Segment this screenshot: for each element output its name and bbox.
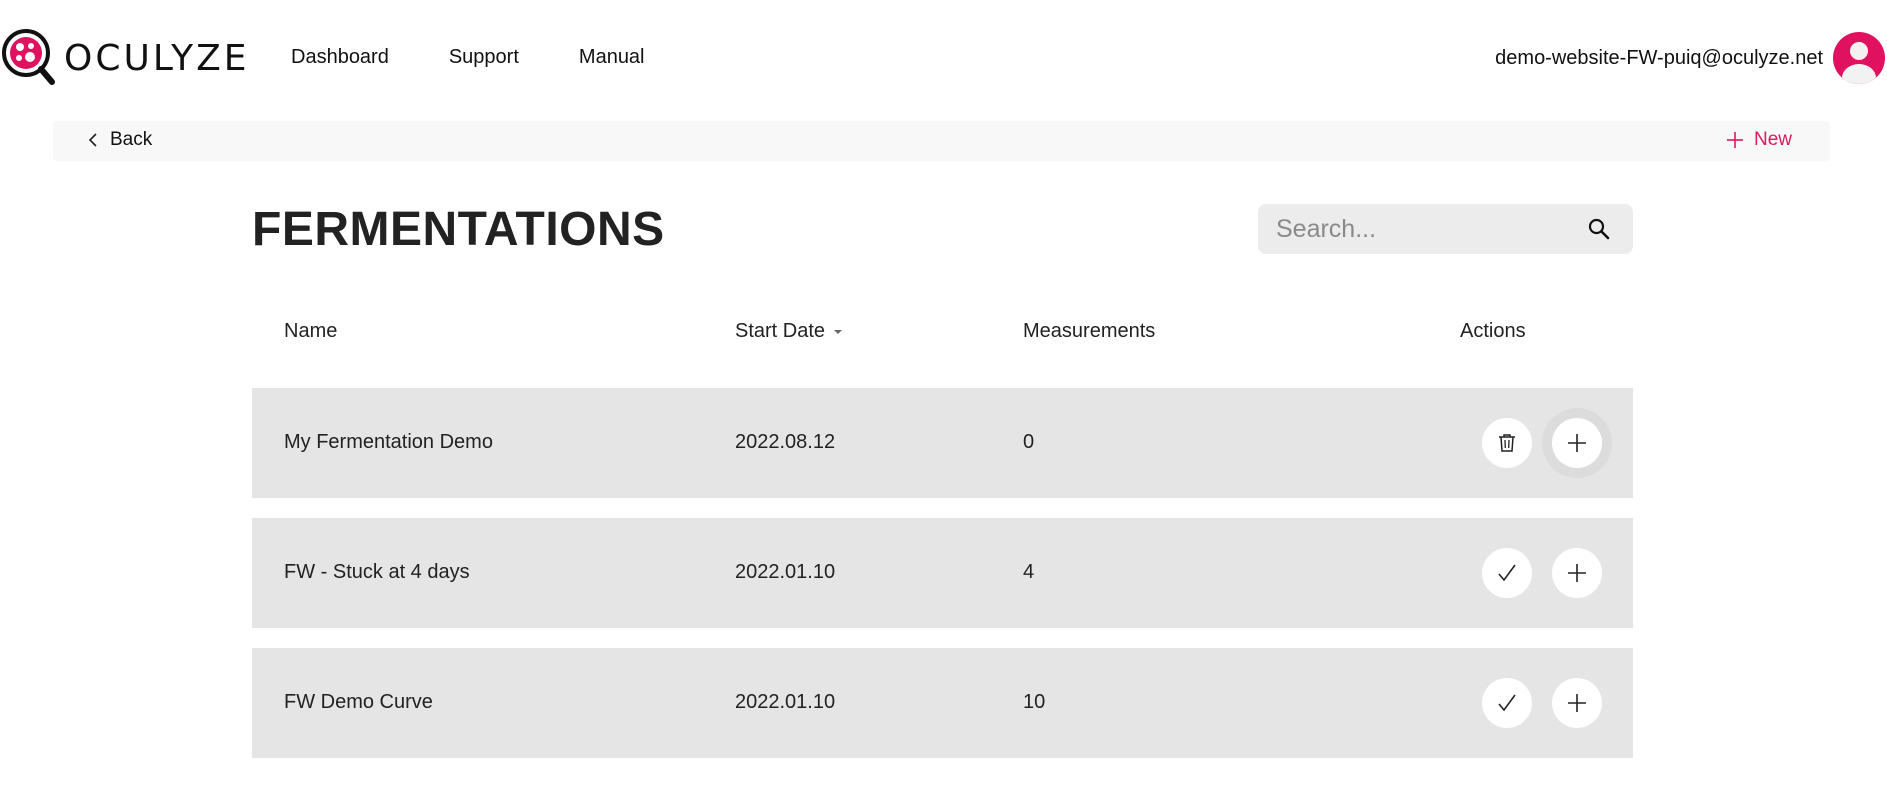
page-title: FERMENTATIONS xyxy=(252,203,665,256)
row-measurements: 0 xyxy=(1023,431,1035,453)
nav-support[interactable]: Support xyxy=(449,46,519,69)
new-button[interactable]: New xyxy=(1726,129,1792,151)
delete-button[interactable] xyxy=(1482,418,1532,468)
complete-button[interactable] xyxy=(1482,678,1532,728)
column-header-start-date-label: Start Date xyxy=(735,320,826,342)
logo-text: OCULYZE xyxy=(64,37,250,79)
table-row[interactable]: My Fermentation Demo 2022.08.12 0 xyxy=(252,388,1633,498)
avatar[interactable] xyxy=(1833,32,1885,84)
trash-icon xyxy=(1499,434,1515,452)
column-header-actions: Actions xyxy=(1460,320,1526,342)
row-name: FW Demo Curve xyxy=(284,691,433,713)
row-name: FW - Stuck at 4 days xyxy=(284,561,470,583)
complete-button[interactable] xyxy=(1482,548,1532,598)
column-header-start-date[interactable]: Start Date xyxy=(735,320,849,343)
row-start-date: 2022.01.10 xyxy=(735,691,836,713)
checkmark-icon xyxy=(1498,564,1516,582)
column-header-measurements: Measurements xyxy=(1023,320,1156,342)
chevron-left-icon xyxy=(88,133,97,147)
checkmark-icon xyxy=(1498,694,1516,712)
search-input[interactable] xyxy=(1276,204,1576,254)
new-label: New xyxy=(1753,129,1792,150)
back-button[interactable]: Back xyxy=(88,129,152,151)
row-start-date: 2022.08.12 xyxy=(735,431,836,453)
back-label: Back xyxy=(110,129,153,150)
magnifier-logo-icon xyxy=(2,29,55,85)
table-row[interactable]: FW Demo Curve 2022.01.10 10 xyxy=(252,648,1633,758)
plus-icon xyxy=(1726,132,1743,148)
table-row[interactable]: FW - Stuck at 4 days 2022.01.10 4 xyxy=(252,518,1633,628)
action-bar: Back New xyxy=(53,121,1830,161)
row-name: My Fermentation Demo xyxy=(284,431,493,453)
table-header: Name Start Date Measurements Actions xyxy=(252,320,1633,350)
search-icon[interactable] xyxy=(1587,217,1611,241)
row-measurements: 4 xyxy=(1023,561,1035,583)
add-measurement-button[interactable] xyxy=(1552,548,1602,598)
nav-manual[interactable]: Manual xyxy=(579,46,645,69)
add-measurement-button[interactable] xyxy=(1552,678,1602,728)
logo[interactable]: OCULYZE xyxy=(0,28,250,88)
column-header-name[interactable]: Name xyxy=(284,320,337,343)
row-measurements: 10 xyxy=(1023,691,1046,713)
user-avatar-icon xyxy=(1842,42,1876,84)
row-start-date: 2022.01.10 xyxy=(735,561,836,583)
plus-icon xyxy=(1568,564,1586,582)
user-email: demo-website-FW-puiq@oculyze.net xyxy=(1495,46,1823,69)
top-navigation: OCULYZE Dashboard Support Manual demo-we… xyxy=(0,0,1887,116)
nav-dashboard[interactable]: Dashboard xyxy=(291,46,389,69)
plus-icon xyxy=(1568,434,1586,452)
add-measurement-button[interactable] xyxy=(1552,418,1602,468)
user-menu[interactable]: demo-website-FW-puiq@oculyze.net xyxy=(1495,32,1887,84)
main-nav: Dashboard Support Manual xyxy=(291,46,645,69)
plus-icon xyxy=(1568,694,1586,712)
sort-down-icon xyxy=(834,329,843,334)
search-box xyxy=(1258,204,1633,254)
